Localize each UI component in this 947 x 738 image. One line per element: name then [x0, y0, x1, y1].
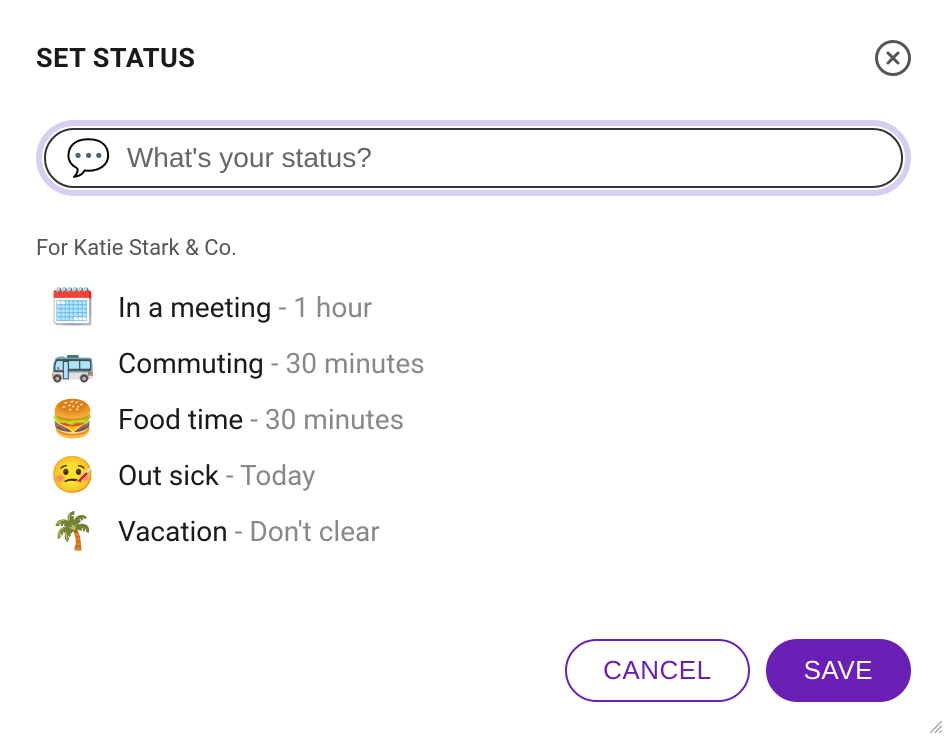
status-input-inner: 💬 — [44, 128, 903, 188]
close-icon — [885, 50, 901, 66]
option-label: Out sick - Today — [118, 459, 315, 492]
status-option-vacation[interactable]: 🌴 Vacation - Don't clear — [50, 503, 911, 559]
status-options-list: 🗓️ In a meeting - 1 hour 🚌 Commuting - 3… — [36, 279, 911, 559]
cancel-button[interactable]: CANCEL — [565, 639, 749, 702]
status-option-commuting[interactable]: 🚌 Commuting - 30 minutes — [50, 335, 911, 391]
resize-handle-icon[interactable] — [929, 720, 943, 734]
set-status-modal: SET STATUS 💬 For Katie Stark & Co. 🗓️ In… — [0, 0, 947, 738]
modal-footer: CANCEL SAVE — [565, 639, 911, 702]
option-label: Vacation - Don't clear — [118, 515, 380, 548]
modal-header: SET STATUS — [36, 40, 911, 76]
hamburger-icon: 🍔 — [50, 401, 94, 437]
workspace-subtitle: For Katie Stark & Co. — [36, 236, 911, 261]
close-button[interactable] — [875, 40, 911, 76]
modal-title: SET STATUS — [36, 42, 195, 74]
option-label: In a meeting - 1 hour — [118, 291, 372, 324]
status-option-meeting[interactable]: 🗓️ In a meeting - 1 hour — [50, 279, 911, 335]
option-label: Food time - 30 minutes — [118, 403, 404, 436]
save-button[interactable]: SAVE — [766, 639, 911, 702]
status-input[interactable] — [127, 142, 881, 174]
status-option-sick[interactable]: 🤒 Out sick - Today — [50, 447, 911, 503]
sick-face-icon: 🤒 — [50, 457, 94, 493]
bus-icon: 🚌 — [50, 345, 94, 381]
status-option-food[interactable]: 🍔 Food time - 30 minutes — [50, 391, 911, 447]
option-label: Commuting - 30 minutes — [118, 347, 425, 380]
calendar-icon: 🗓️ — [50, 289, 94, 325]
palm-tree-icon: 🌴 — [50, 513, 94, 549]
speech-bubble-icon[interactable]: 💬 — [66, 140, 111, 176]
status-input-container: 💬 — [36, 120, 911, 196]
